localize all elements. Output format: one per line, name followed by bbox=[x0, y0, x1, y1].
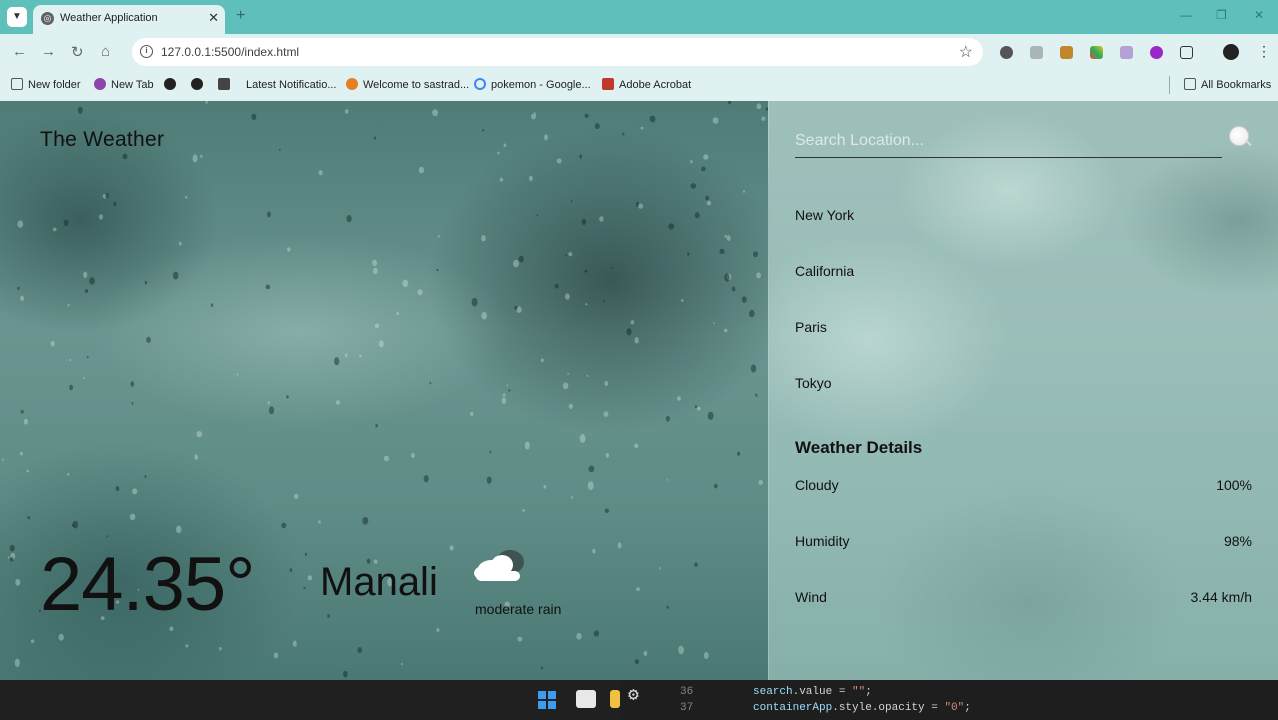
code-line: search.value = ""; bbox=[753, 686, 872, 698]
tab-strip: ▼ ◎ Weather Application ✕ + — ❐ ✕ bbox=[0, 0, 1278, 34]
location-item-paris[interactable]: Paris bbox=[795, 319, 827, 335]
tab-search-chevron-icon[interactable]: ▼ bbox=[7, 7, 27, 27]
weather-details-heading: Weather Details bbox=[795, 438, 923, 457]
extension-icon[interactable] bbox=[1060, 46, 1073, 59]
task-view-icon[interactable] bbox=[576, 690, 596, 708]
bookmark-pokemon-google[interactable]: pokemon - Google... bbox=[474, 78, 591, 91]
line-number: 37 bbox=[680, 702, 694, 714]
acrobat-icon bbox=[602, 78, 614, 90]
gear-icon[interactable]: ⚙ bbox=[628, 684, 639, 706]
windows-start-icon[interactable] bbox=[538, 691, 556, 709]
window-close-icon[interactable]: ✕ bbox=[1254, 8, 1264, 22]
cloud-rain-icon bbox=[474, 550, 524, 581]
code-editor-peek: ⚙ 36 search.value = ""; 37 containerApp.… bbox=[620, 680, 1278, 720]
site-info-icon[interactable]: i bbox=[140, 45, 153, 58]
kebab-menu-icon[interactable]: ⋮ bbox=[1257, 43, 1271, 60]
bookmark-globe-1[interactable] bbox=[164, 78, 181, 91]
profile-avatar-icon[interactable] bbox=[1223, 44, 1239, 60]
back-icon[interactable]: ← bbox=[12, 43, 27, 60]
condition-text: moderate rain bbox=[475, 601, 562, 617]
bookmark-new-tab[interactable]: New Tab bbox=[94, 78, 154, 91]
bookmark-welcome-sastra[interactable]: Welcome to sastrad... bbox=[346, 78, 469, 91]
folder-icon bbox=[1184, 78, 1196, 90]
taskbar: ⚙ 36 search.value = ""; 37 containerApp.… bbox=[0, 680, 1278, 720]
notification-icon bbox=[218, 78, 230, 90]
code-line: containerApp.style.opacity = "0"; bbox=[753, 702, 971, 714]
detail-value-wind: 3.44 km/h bbox=[1190, 589, 1252, 605]
globe-icon: ◎ bbox=[41, 12, 54, 25]
tab-weather-application[interactable]: ◎ Weather Application ✕ bbox=[33, 5, 225, 34]
maximize-icon[interactable]: ❐ bbox=[1216, 8, 1227, 22]
extension-icon[interactable] bbox=[1150, 46, 1163, 59]
extension-icon[interactable] bbox=[1000, 46, 1013, 59]
search-icon[interactable] bbox=[1229, 126, 1249, 146]
globe-icon bbox=[164, 78, 176, 90]
weather-app: The Weather 24.35° Manali moderate rain … bbox=[0, 101, 1278, 680]
new-tab-button[interactable]: + bbox=[236, 7, 245, 25]
location-item-tokyo[interactable]: Tokyo bbox=[795, 375, 832, 391]
sun-icon bbox=[346, 78, 358, 90]
location-item-california[interactable]: California bbox=[795, 263, 854, 279]
detail-value-humidity: 98% bbox=[1223, 533, 1252, 549]
side-panel: New York California Paris Tokyo Weather … bbox=[768, 101, 1278, 680]
brand-title: The Weather bbox=[40, 128, 165, 151]
tab-icon bbox=[94, 78, 106, 90]
reload-icon[interactable]: ↻ bbox=[71, 43, 84, 61]
puzzle-icon[interactable] bbox=[1180, 46, 1193, 59]
temperature: 24.35° bbox=[40, 542, 256, 627]
detail-value-cloudy: 100% bbox=[1216, 477, 1252, 493]
folder-icon bbox=[11, 78, 23, 90]
extension-icon[interactable] bbox=[1030, 46, 1043, 59]
search-location-input[interactable] bbox=[795, 124, 1222, 158]
extension-icon[interactable] bbox=[1120, 46, 1133, 59]
google-icon bbox=[474, 78, 486, 90]
bookmark-globe-2[interactable] bbox=[191, 78, 208, 91]
all-bookmarks-folder[interactable]: All Bookmarks bbox=[1184, 78, 1271, 91]
tab-title: Weather Application bbox=[60, 12, 158, 24]
line-number: 36 bbox=[680, 686, 694, 698]
minimize-icon[interactable]: — bbox=[1180, 8, 1192, 22]
globe-icon bbox=[191, 78, 203, 90]
extension-icon[interactable] bbox=[1090, 46, 1103, 59]
bookmark-latest-notifications[interactable]: Latest Notificatio... bbox=[218, 78, 337, 91]
home-icon[interactable]: ⌂ bbox=[101, 43, 110, 60]
location-item-new-york[interactable]: New York bbox=[795, 207, 854, 223]
bookmark-star-icon[interactable]: ☆ bbox=[959, 42, 973, 62]
bookmark-adobe-acrobat[interactable]: Adobe Acrobat bbox=[602, 78, 691, 91]
detail-label-humidity: Humidity bbox=[795, 533, 850, 549]
close-icon[interactable]: ✕ bbox=[208, 10, 219, 26]
forward-icon[interactable]: → bbox=[41, 43, 56, 60]
detail-label-wind: Wind bbox=[795, 589, 827, 605]
browser-toolbar: ← → ↻ ⌂ i 127.0.0.1:5500/index.html ☆ ⋮ bbox=[0, 34, 1278, 70]
bookmarks-bar: New folder New Tab Latest Notificatio...… bbox=[0, 70, 1278, 101]
bookmarks-divider bbox=[1169, 76, 1170, 94]
city-name: Manali bbox=[320, 560, 438, 604]
address-bar[interactable]: i 127.0.0.1:5500/index.html ☆ bbox=[132, 38, 983, 66]
file-explorer-icon[interactable] bbox=[610, 690, 620, 708]
url-text[interactable]: 127.0.0.1:5500/index.html bbox=[161, 45, 299, 59]
bookmark-new-folder[interactable]: New folder bbox=[11, 78, 81, 91]
detail-label-cloudy: Cloudy bbox=[795, 477, 839, 493]
